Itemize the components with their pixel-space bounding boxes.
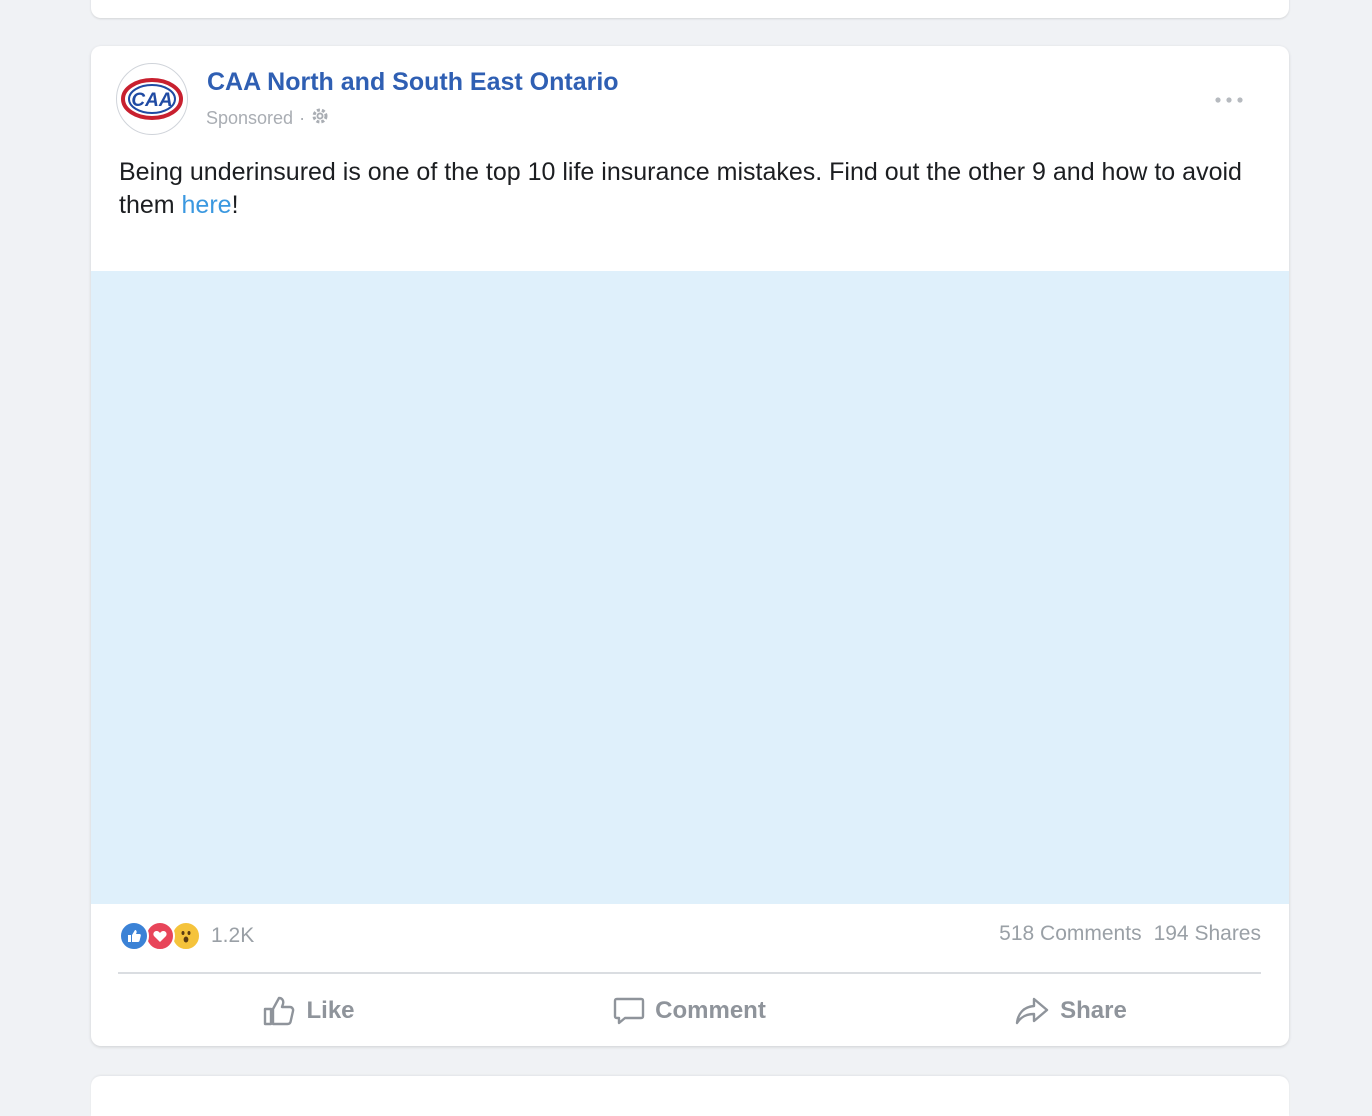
caa-logo-text: CAA	[131, 90, 172, 111]
like-reaction-icon	[119, 921, 149, 951]
comment-button-label: Comment	[655, 997, 766, 1024]
next-post-card	[91, 1076, 1289, 1116]
page-name-link[interactable]: CAA North and South East Ontario	[207, 68, 619, 97]
share-button-label: Share	[1060, 997, 1127, 1024]
gear-icon[interactable]	[310, 106, 330, 131]
caa-logo-icon: CAA	[121, 78, 183, 120]
comment-icon	[613, 997, 645, 1025]
reactions-summary[interactable]: 1.2K	[119, 918, 254, 954]
thumbs-up-icon	[264, 996, 295, 1026]
post-text: Being underinsured is one of the top 10 …	[119, 156, 1249, 222]
post-text-body: Being underinsured is one of the top 10 …	[119, 158, 1242, 219]
post-link-here[interactable]: here	[182, 191, 232, 219]
previous-post-card	[91, 0, 1289, 18]
love-reaction-icon	[145, 921, 175, 951]
post-meta: Sponsored ·	[206, 106, 330, 130]
post-text-end: !	[231, 191, 239, 219]
like-button[interactable]: Like	[118, 986, 499, 1036]
post-actions-bar: Like Comment Share	[118, 986, 1261, 1036]
actions-divider	[118, 972, 1261, 974]
share-icon	[1015, 997, 1049, 1025]
reaction-count[interactable]: 1.2K	[211, 924, 254, 948]
sponsored-label[interactable]: Sponsored	[206, 108, 293, 129]
wow-reaction-icon	[171, 921, 201, 951]
comment-button[interactable]: Comment	[499, 986, 880, 1036]
like-button-label: Like	[306, 997, 355, 1024]
comments-count[interactable]: 518 Comments	[999, 922, 1141, 946]
meta-separator: ·	[299, 107, 306, 128]
engagement-stats: 518 Comments 194 Shares	[999, 922, 1261, 946]
share-button[interactable]: Share	[880, 986, 1261, 1036]
more-options-button[interactable]	[1207, 86, 1251, 114]
more-options-icon	[1215, 97, 1243, 103]
shares-count[interactable]: 194 Shares	[1154, 922, 1261, 946]
post-media-image[interactable]	[91, 271, 1289, 904]
sponsored-post-card: CAA CAA North and South East Ontario Spo…	[91, 46, 1289, 1046]
page-avatar[interactable]: CAA	[116, 63, 188, 135]
